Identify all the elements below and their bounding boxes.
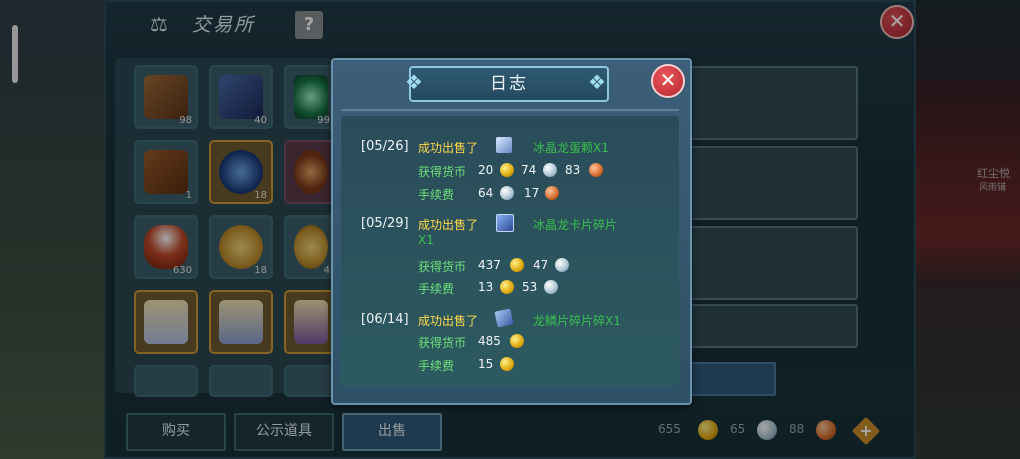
bronze-coin-icon — [589, 163, 603, 177]
entry-item-name-cont: X1 — [418, 233, 434, 247]
ornament-left-icon: ❖ — [405, 70, 423, 94]
gold-coin-icon — [500, 163, 514, 177]
earned-gold: 485 — [478, 334, 501, 348]
log-scroll-area[interactable] — [341, 116, 679, 386]
entry-sold-label: 成功出售了 — [418, 218, 479, 232]
earned-label: 获得货币 — [418, 336, 467, 350]
entry-date: [06/14] — [361, 312, 409, 327]
log-title: 日志 — [490, 74, 528, 94]
fee-gold: 15 — [478, 357, 494, 371]
silver-coin-icon — [555, 258, 569, 272]
entry-item-name: 冰晶龙蛋颗X1 — [533, 141, 609, 155]
log-close-button[interactable]: ✕ — [651, 64, 685, 98]
entry-sold-label: 成功出售了 — [418, 314, 479, 328]
log-header: 日志 — [409, 66, 609, 102]
entry-sold-label: 成功出售了 — [418, 141, 479, 155]
entry-item-name: 冰晶龙卡片碎片 — [533, 218, 618, 232]
earned-gold: 437 — [478, 258, 501, 272]
fee-label: 手续费 — [418, 188, 455, 202]
fee-bronze: 17 — [524, 186, 540, 200]
entry-date: [05/26] — [361, 139, 409, 154]
gold-coin-icon — [510, 334, 524, 348]
earned-bronze: 83 — [565, 163, 581, 177]
earned-label: 获得货币 — [418, 260, 467, 274]
item-card-icon — [496, 137, 512, 153]
divider — [341, 109, 679, 111]
item-card-icon — [496, 214, 514, 232]
fee-silver: 64 — [478, 186, 494, 200]
silver-coin-icon — [500, 186, 514, 200]
item-scale-icon — [494, 308, 514, 328]
gold-coin-icon — [500, 357, 514, 371]
earned-gold: 20 — [478, 163, 494, 177]
bronze-coin-icon — [545, 186, 559, 200]
entry-date: [05/29] — [361, 216, 409, 231]
earned-silver: 74 — [521, 163, 537, 177]
earned-silver: 47 — [533, 258, 549, 272]
fee-label: 手续费 — [418, 282, 455, 296]
ornament-right-icon: ❖ — [588, 70, 606, 94]
fee-silver: 53 — [522, 280, 538, 294]
gold-coin-icon — [510, 258, 524, 272]
entry-item-name: 龙鳞片碎片碎X1 — [533, 314, 621, 328]
silver-coin-icon — [543, 163, 557, 177]
fee-label: 手续费 — [418, 359, 455, 373]
silver-coin-icon — [544, 280, 558, 294]
fee-gold: 13 — [478, 280, 494, 294]
gold-coin-icon — [500, 280, 514, 294]
earned-label: 获得货币 — [418, 165, 467, 179]
